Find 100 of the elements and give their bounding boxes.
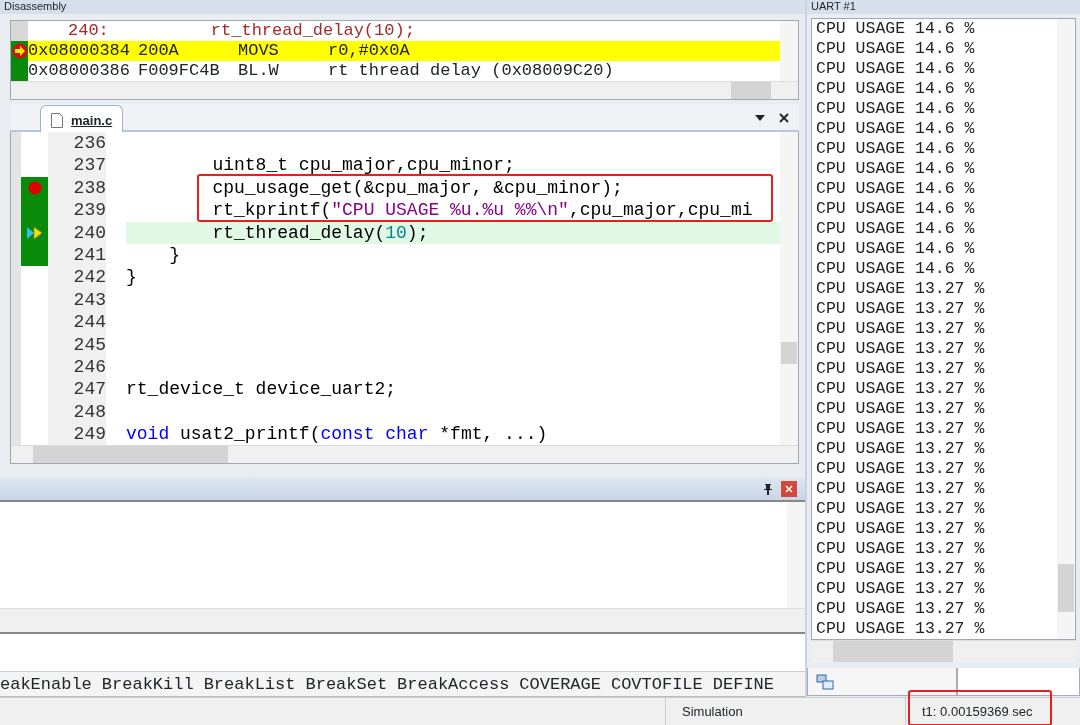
output-line: CPU USAGE 13.27 % <box>816 459 986 479</box>
line-number: 236 <box>48 132 106 155</box>
code-text: ); <box>406 222 429 243</box>
output-line: CPU USAGE 13.27 % <box>816 419 986 439</box>
close-icon <box>785 485 793 494</box>
instruction-operands: r0,#0x0A <box>328 41 411 61</box>
output-line: CPU USAGE 13.27 % <box>816 299 986 319</box>
vertical-scrollbar[interactable] <box>780 132 798 446</box>
scrollbar-thumb[interactable] <box>781 342 797 364</box>
code-text: const char <box>320 424 429 445</box>
line-number: 240 <box>48 221 106 244</box>
code-text: usat2_printf( <box>179 424 321 445</box>
line-number: 244 <box>48 311 106 334</box>
output-line: CPU USAGE 13.27 % <box>816 339 986 359</box>
vertical-scrollbar[interactable] <box>787 502 805 609</box>
output-line: CPU USAGE 13.27 % <box>816 399 986 419</box>
scrollbar-thumb[interactable] <box>833 641 953 662</box>
command-name[interactable]: COVERAGE <box>519 672 601 696</box>
panel-tab[interactable] <box>957 668 1080 696</box>
code-text: cpu_usage_get(&cpu_major, &cpu_minor); <box>211 177 623 198</box>
command-name[interactable]: BreakAccess <box>397 672 510 696</box>
horizontal-scrollbar[interactable] <box>0 608 805 633</box>
scrollbar-thumb[interactable] <box>731 82 771 99</box>
vertical-scrollbar[interactable] <box>1057 19 1075 639</box>
close-icon[interactable] <box>779 113 789 123</box>
line-number: 247 <box>48 378 106 401</box>
code-text: "CPU USAGE %u.%u %%\n" <box>331 200 569 221</box>
output-line: CPU USAGE 13.27 % <box>816 519 986 539</box>
output-line: CPU USAGE 13.27 % <box>816 379 986 399</box>
scrollbar-thumb[interactable] <box>33 446 228 464</box>
line-number: 248 <box>48 400 106 424</box>
code-text: ,cpu_major,cpu_mi <box>568 200 753 221</box>
line-number: 243 <box>48 288 106 312</box>
instruction-address: 0x08000384 <box>28 41 132 61</box>
instruction-mnemonic: MOVS <box>238 41 280 61</box>
output-line: CPU USAGE 13.27 % <box>816 599 986 619</box>
output-line: CPU USAGE 13.27 % <box>816 359 986 379</box>
file-tab[interactable]: main.c <box>40 105 124 132</box>
vertical-scrollbar[interactable] <box>780 21 798 81</box>
command-name[interactable]: BreakList <box>203 672 296 696</box>
line-number: 245 <box>48 333 106 356</box>
command-input-field[interactable] <box>0 632 805 671</box>
panel-title: Disassembly <box>0 0 805 14</box>
status-timer: t1: 0.00159369 sec <box>905 698 1080 725</box>
line-number: 249 <box>48 423 106 446</box>
output-line: CPU USAGE 14.6 % <box>816 59 976 79</box>
source-line: 240: rt_thread_delay(10); <box>67 21 415 41</box>
output-line: CPU USAGE 13.27 % <box>816 499 986 519</box>
command-name[interactable]: BreakKill <box>101 672 194 696</box>
output-line: CPU USAGE 14.6 % <box>816 219 976 239</box>
windows-icon <box>816 673 834 690</box>
pin-icon[interactable] <box>763 483 773 496</box>
code-text: rt_thread_delay( <box>211 222 386 243</box>
code-text: 10 <box>385 222 407 243</box>
horizontal-scrollbar[interactable] <box>811 640 1076 662</box>
output-line: CPU USAGE 14.6 % <box>816 119 976 139</box>
scrollbar-thumb[interactable] <box>1058 564 1074 612</box>
output-line: CPU USAGE 13.27 % <box>816 319 986 339</box>
instruction-opcode: F009FC4B <box>138 61 221 81</box>
output-line: CPU USAGE 14.6 % <box>816 199 976 219</box>
output-line: CPU USAGE 14.6 % <box>816 159 976 179</box>
file-icon <box>51 113 63 128</box>
line-number: 241 <box>48 243 106 267</box>
output-line: CPU USAGE 13.27 % <box>816 579 986 599</box>
instruction-mnemonic: BL.W <box>238 61 280 81</box>
breakpoint-icon[interactable] <box>27 180 42 195</box>
output-line: CPU USAGE 13.27 % <box>816 539 986 559</box>
code-text: *fmt, ...) <box>438 424 548 445</box>
output-line: CPU USAGE 13.27 % <box>816 619 986 639</box>
command-name[interactable]: COVTOFILE <box>610 672 703 696</box>
output-line: CPU USAGE 14.6 % <box>816 179 976 199</box>
command-name[interactable]: eakEnable <box>0 672 92 696</box>
code-text: uint8_t cpu_major,cpu_minor; <box>211 155 515 176</box>
panel-title: UART #1 <box>807 0 1080 14</box>
close-button[interactable] <box>781 481 797 498</box>
line-number: 246 <box>48 355 106 379</box>
code-text: void <box>126 424 170 445</box>
panel-tab[interactable] <box>807 668 957 696</box>
line-number: 237 <box>48 154 106 177</box>
horizontal-scrollbar[interactable] <box>11 81 798 99</box>
code-text: rt_kprintf( <box>211 200 332 221</box>
instruction-opcode: 200A <box>138 41 180 61</box>
dropdown-icon[interactable] <box>755 115 765 121</box>
status-mode: Simulation <box>665 698 905 725</box>
output-line: CPU USAGE 14.6 % <box>816 19 976 39</box>
line-number: 239 <box>48 199 106 222</box>
code-text: } <box>168 244 180 265</box>
code-text: rt_device_t device_uart2; <box>126 379 397 400</box>
output-line: CPU USAGE 14.6 % <box>816 239 976 259</box>
command-name[interactable]: DEFINE <box>712 672 774 696</box>
output-line: CPU USAGE 14.6 % <box>816 139 976 159</box>
line-number: 238 <box>48 176 106 200</box>
output-line: CPU USAGE 13.27 % <box>816 279 986 299</box>
command-name[interactable]: BreakSet <box>305 672 388 696</box>
output-line: CPU USAGE 13.27 % <box>816 559 986 579</box>
output-line: CPU USAGE 14.6 % <box>816 99 976 119</box>
instruction-operands: rt thread delay (0x08009C20) <box>328 61 615 81</box>
output-line: CPU USAGE 13.27 % <box>816 439 986 459</box>
horizontal-scrollbar[interactable] <box>11 445 798 464</box>
output-line: CPU USAGE 14.6 % <box>816 259 976 279</box>
